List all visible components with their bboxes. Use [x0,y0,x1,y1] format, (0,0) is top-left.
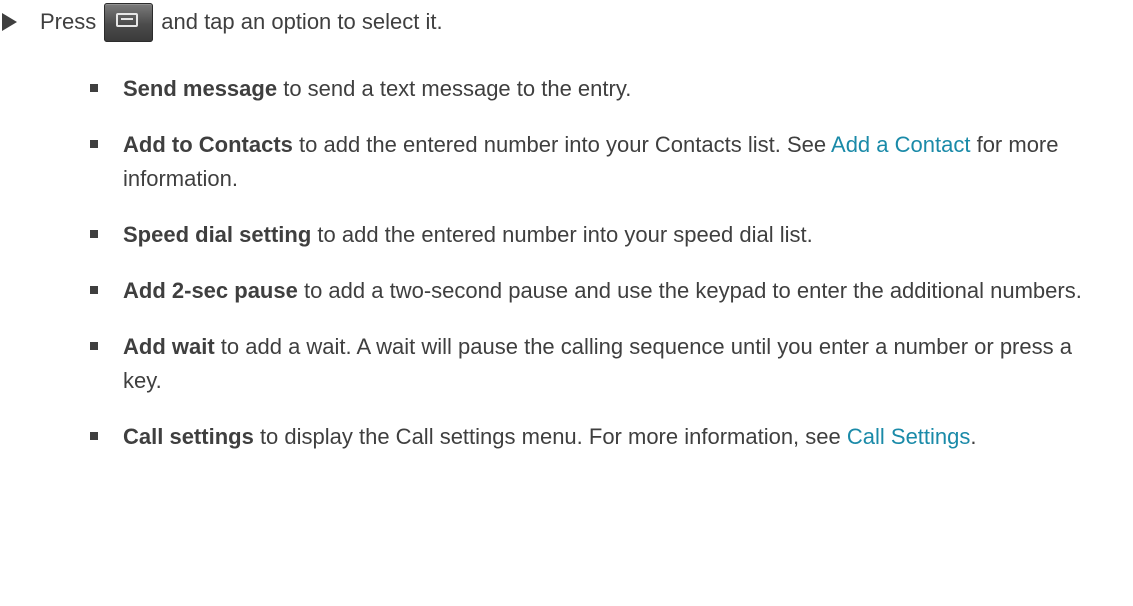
option-send-message: Send message to send a text message to t… [90,72,1110,106]
bullet-icon [90,286,98,294]
option-description: to add a wait. A wait will pause the cal… [123,334,1072,393]
add-a-contact-link[interactable]: Add a Contact [831,132,970,157]
bullet-icon [90,84,98,92]
step-text-after: and tap an option to select it. [161,9,443,34]
step-text-before: Press [40,9,97,34]
option-term: Send message [123,76,278,101]
call-settings-link[interactable]: Call Settings [847,424,971,449]
option-description: to display the Call settings menu. For m… [259,424,841,449]
bullet-icon [90,342,98,350]
option-term: Call settings [123,424,254,449]
option-speed-dial-setting: Speed dial setting to add the entered nu… [90,218,1110,252]
instruction-step: Press and tap an option to select it. [0,0,443,44]
bullet-icon [90,230,98,238]
step-arrow-icon [2,13,17,31]
option-term: Add wait [123,334,215,359]
bullet-icon [90,432,98,440]
option-description: to add the entered number into your Cont… [299,132,827,157]
option-add-to-contacts: Add to Contacts to add the entered numbe… [90,128,1110,196]
option-add-wait: Add wait to add a wait. A wait will paus… [90,330,1110,398]
option-term: Add 2-sec pause [123,278,298,303]
menu-key-icon [104,2,154,42]
option-add-2-sec-pause: Add 2-sec pause to add a two-second paus… [90,274,1110,308]
option-description: to add the entered number into your spee… [317,222,813,247]
menu-options-list: Send message to send a text message to t… [90,72,1110,476]
menu-glyph-icon [116,12,139,27]
bullet-icon [90,140,98,148]
option-description-tail: . [970,424,977,449]
option-description: to send a text message to the entry. [283,76,632,101]
option-call-settings: Call settings to display the Call settin… [90,420,1110,454]
option-term: Speed dial setting [123,222,312,247]
option-description: to add a two-second pause and use the ke… [303,278,1082,303]
option-term: Add to Contacts [123,132,293,157]
